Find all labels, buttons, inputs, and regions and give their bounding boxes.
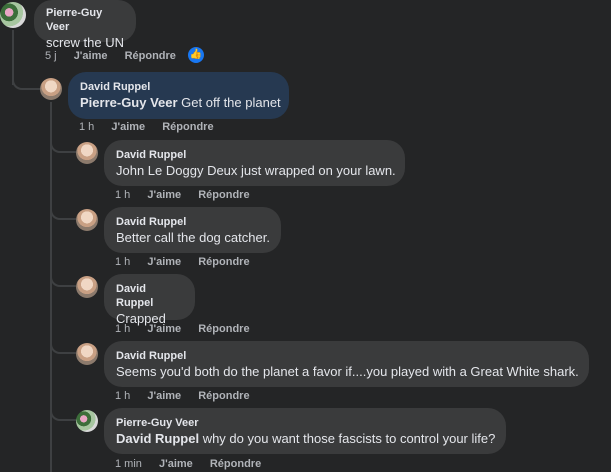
like-button[interactable]: J'aime (147, 256, 181, 268)
reply-button[interactable]: Répondre (125, 50, 176, 62)
comment-actions: 1 min J'aime Répondre (115, 458, 275, 470)
comment-text: David Ruppel why do you want those fasci… (116, 430, 496, 448)
reply-button[interactable]: Répondre (198, 390, 249, 402)
comment-bubble: Pierre-Guy Veer screw the UN (34, 0, 136, 50)
like-button[interactable]: J'aime (147, 390, 181, 402)
mention-link[interactable]: Pierre-Guy Veer (80, 95, 178, 110)
comment-text-body: why do you want those fascists to contro… (199, 431, 496, 446)
reply-button[interactable]: Répondre (198, 323, 249, 335)
comment-bubble: David Ruppel Seems you'd both do the pla… (104, 341, 589, 387)
thread-connector (50, 403, 76, 421)
comment-bubble: Pierre-Guy Veer David Ruppel why do you … (104, 408, 506, 454)
comment-time[interactable]: 1 h (115, 323, 130, 335)
like-button[interactable]: J'aime (147, 189, 181, 201)
reply-button[interactable]: Répondre (198, 189, 249, 201)
comment-time[interactable]: 5 j (45, 50, 57, 62)
comment-bubble: David Ruppel John Le Doggy Deux just wra… (104, 140, 405, 186)
comment-actions: 1 h J'aime Répondre (115, 323, 264, 335)
mention-link[interactable]: David Ruppel (116, 431, 199, 446)
comment-author[interactable]: David Ruppel (116, 215, 269, 229)
thread-connector (50, 135, 76, 153)
avatar[interactable] (40, 78, 62, 100)
comment-bubble: David Ruppel Pierre-Guy Veer Get off the… (68, 72, 289, 119)
comment-actions: 1 h J'aime Répondre (115, 189, 264, 201)
avatar[interactable] (76, 276, 98, 298)
comment-author[interactable]: Pierre-Guy Veer (116, 416, 494, 430)
comment-bubble: David Ruppel Better call the dog catcher… (104, 207, 281, 253)
like-button[interactable]: J'aime (159, 458, 193, 470)
comment-author[interactable]: David Ruppel (116, 282, 183, 310)
like-button[interactable]: J'aime (111, 121, 145, 133)
comment-bubble: David Ruppel Crapped (104, 274, 195, 326)
comment-time[interactable]: 1 h (115, 390, 130, 402)
comment-time[interactable]: 1 min (115, 458, 142, 470)
comment-text: John Le Doggy Deux just wrapped on your … (116, 163, 396, 178)
comment-text: Better call the dog catcher. (116, 230, 270, 245)
comment-author[interactable]: David Ruppel (116, 349, 577, 363)
comment-actions: 5 j J'aime Répondre (45, 50, 190, 62)
avatar[interactable] (76, 142, 98, 164)
reply-button[interactable]: Répondre (162, 121, 213, 133)
comment-actions: 1 h J'aime Répondre (115, 390, 264, 402)
comment-text: Pierre-Guy Veer Get off the planet (80, 94, 281, 112)
comment-author[interactable]: David Ruppel (116, 148, 393, 162)
comment-time[interactable]: 1 h (115, 256, 130, 268)
comment-text-body: Get off the planet (177, 95, 281, 110)
thread-connector (50, 202, 76, 220)
comment-time[interactable]: 1 h (115, 189, 130, 201)
thread-connector (50, 269, 76, 287)
comment-actions: 1 h J'aime Répondre (115, 256, 264, 268)
reply-button[interactable]: Répondre (210, 458, 261, 470)
avatar[interactable] (76, 410, 98, 432)
comment-author[interactable]: David Ruppel (80, 80, 277, 94)
thumbs-up-icon[interactable]: 👍 (188, 47, 204, 63)
avatar[interactable] (76, 343, 98, 365)
thread-connector (12, 70, 40, 90)
comment-actions: 1 h J'aime Répondre (79, 121, 228, 133)
thread-connector (50, 336, 76, 354)
comment-time[interactable]: 1 h (79, 121, 94, 133)
comment-author[interactable]: Pierre-Guy Veer (46, 6, 124, 34)
like-button[interactable]: J'aime (74, 50, 108, 62)
avatar[interactable] (0, 2, 26, 28)
comment-text: Seems you'd both do the planet a favor i… (116, 364, 579, 379)
reply-button[interactable]: Répondre (198, 256, 249, 268)
like-button[interactable]: J'aime (147, 323, 181, 335)
avatar[interactable] (76, 209, 98, 231)
